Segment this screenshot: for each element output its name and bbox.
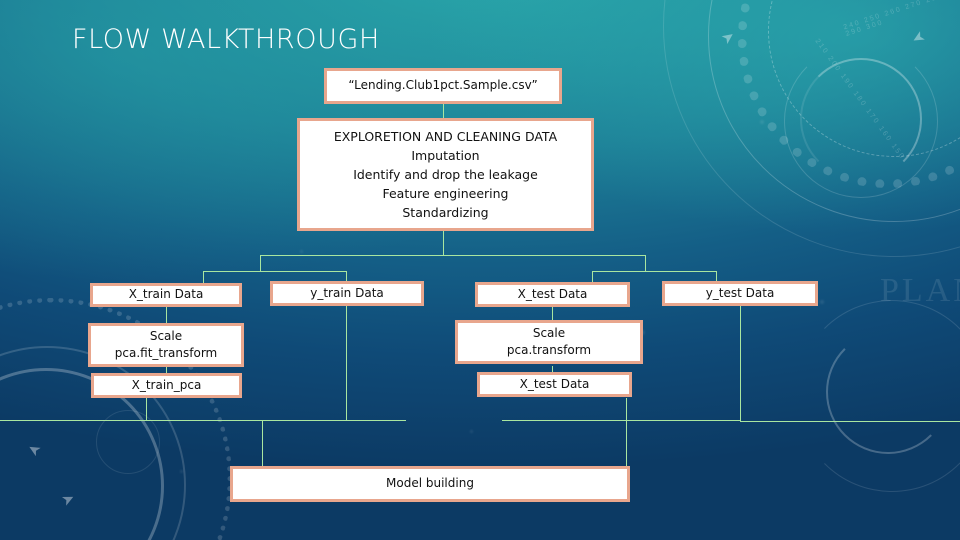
connector-exploration-spine xyxy=(443,231,444,256)
connector-x-train-pca-to-merge xyxy=(146,398,147,420)
y-test-data-node[interactable]: y_test Data xyxy=(662,281,818,306)
scale-fit-label-2: pca.fit_transform xyxy=(114,346,218,360)
x-train-pca-node[interactable]: X_train_pca xyxy=(91,373,242,398)
exploration-cleaning-node[interactable]: EXPLORETION AND CLEANING DATA Imputation… xyxy=(297,118,594,231)
compass-tick-ring-icon xyxy=(738,0,960,188)
x-train-pca-label: X_train_pca xyxy=(131,377,202,392)
connector-x-test-out-to-merge xyxy=(626,398,627,420)
exploration-step-1: Imputation xyxy=(411,148,480,163)
model-building-label: Model building xyxy=(386,476,474,491)
circle-ring-top-right-icon xyxy=(800,58,922,180)
source-file-label: “Lending.Club1pct.Sample.csv” xyxy=(348,78,538,93)
connector-split-bar-right xyxy=(592,271,716,272)
circle-ring-top-right-2-icon xyxy=(784,44,938,198)
connector-merge-bar-left-2 xyxy=(346,420,406,421)
exploration-title: EXPLORETION AND CLEANING DATA xyxy=(333,129,558,144)
x-test-data-out-label: X_test Data xyxy=(519,376,590,391)
x-train-data-label: X_train Data xyxy=(128,287,204,302)
page-title: FLOW WALKTHROUGH xyxy=(72,24,380,55)
background-watermark-text: PLAN xyxy=(880,272,960,309)
slide-canvas: ➤ ➤ ➤ ➤ 240 250 260 270 280 290 300 210 … xyxy=(0,0,960,540)
exploration-step-4: Standardizing xyxy=(402,205,489,220)
scale-fit-transform-node[interactable]: Scale pca.fit_transform xyxy=(88,323,244,367)
source-file-node[interactable]: “Lending.Club1pct.Sample.csv” xyxy=(324,68,562,104)
x-test-data-label: X_test Data xyxy=(517,286,588,301)
compass-outer-ring-icon xyxy=(663,0,960,257)
exploration-step-3: Feature engineering xyxy=(382,186,509,201)
compass-tick-label-top: 240 250 260 270 280 290 300 xyxy=(842,0,944,38)
connector-split-bar-top xyxy=(260,255,646,256)
exploration-step-2: Identify and drop the leakage xyxy=(353,167,538,182)
connector-merge-bar-left xyxy=(0,420,346,421)
y-train-data-node[interactable]: y_train Data xyxy=(270,281,424,306)
x-train-data-node[interactable]: X_train Data xyxy=(90,283,242,307)
y-test-data-label: y_test Data xyxy=(705,285,775,300)
connector-y-test-to-merge xyxy=(740,305,741,421)
bokeh-dot xyxy=(180,470,183,473)
y-train-data-label: y_train Data xyxy=(310,285,384,300)
compass-dashed-ring-icon xyxy=(768,0,960,157)
connector-x-train-to-scale-fit xyxy=(166,305,167,324)
bokeh-dot xyxy=(300,250,303,253)
connector-merge-to-model-building xyxy=(262,420,263,468)
connector-merge-bar-right xyxy=(502,420,740,421)
scale-fit-label-1: Scale xyxy=(149,328,183,343)
compass-pointer-mid-left-icon: ➤ xyxy=(24,438,44,461)
scale-transform-node[interactable]: Scale pca.transform xyxy=(455,320,643,364)
model-building-node[interactable]: Model building xyxy=(230,466,630,502)
connector-merge-to-model-building-2 xyxy=(626,420,627,468)
bokeh-dot xyxy=(470,430,473,433)
connector-left-drop xyxy=(260,255,261,272)
connector-y-train-to-merge xyxy=(346,305,347,420)
connector-right-drop xyxy=(645,255,646,272)
x-test-data-out-node[interactable]: X_test Data xyxy=(477,372,632,397)
compass-ring-icon xyxy=(708,0,960,222)
compass-pointer-top-right-icon: ➤ xyxy=(718,26,739,49)
bokeh-dot xyxy=(820,300,824,304)
connector-merge-bar-far-right xyxy=(740,421,960,422)
compass-pointer-mid-right-icon: ➤ xyxy=(908,26,928,49)
x-test-data-node[interactable]: X_test Data xyxy=(475,282,630,307)
scale-transform-label-1: Scale xyxy=(532,325,566,340)
connector-scale-fit-to-x-train-pca xyxy=(166,366,167,373)
circle-ring-bottom-right-2-icon xyxy=(796,300,960,492)
scale-transform-label-2: pca.transform xyxy=(506,343,592,357)
connector-split-bar-left xyxy=(203,271,347,272)
bokeh-dot xyxy=(760,120,764,124)
circle-ring-bottom-right-icon xyxy=(826,330,950,454)
compass-pointer-bottom-left-icon: ➤ xyxy=(58,489,78,510)
compass-tick-label-right: 210 200 190 180 170 160 150 xyxy=(813,37,906,162)
